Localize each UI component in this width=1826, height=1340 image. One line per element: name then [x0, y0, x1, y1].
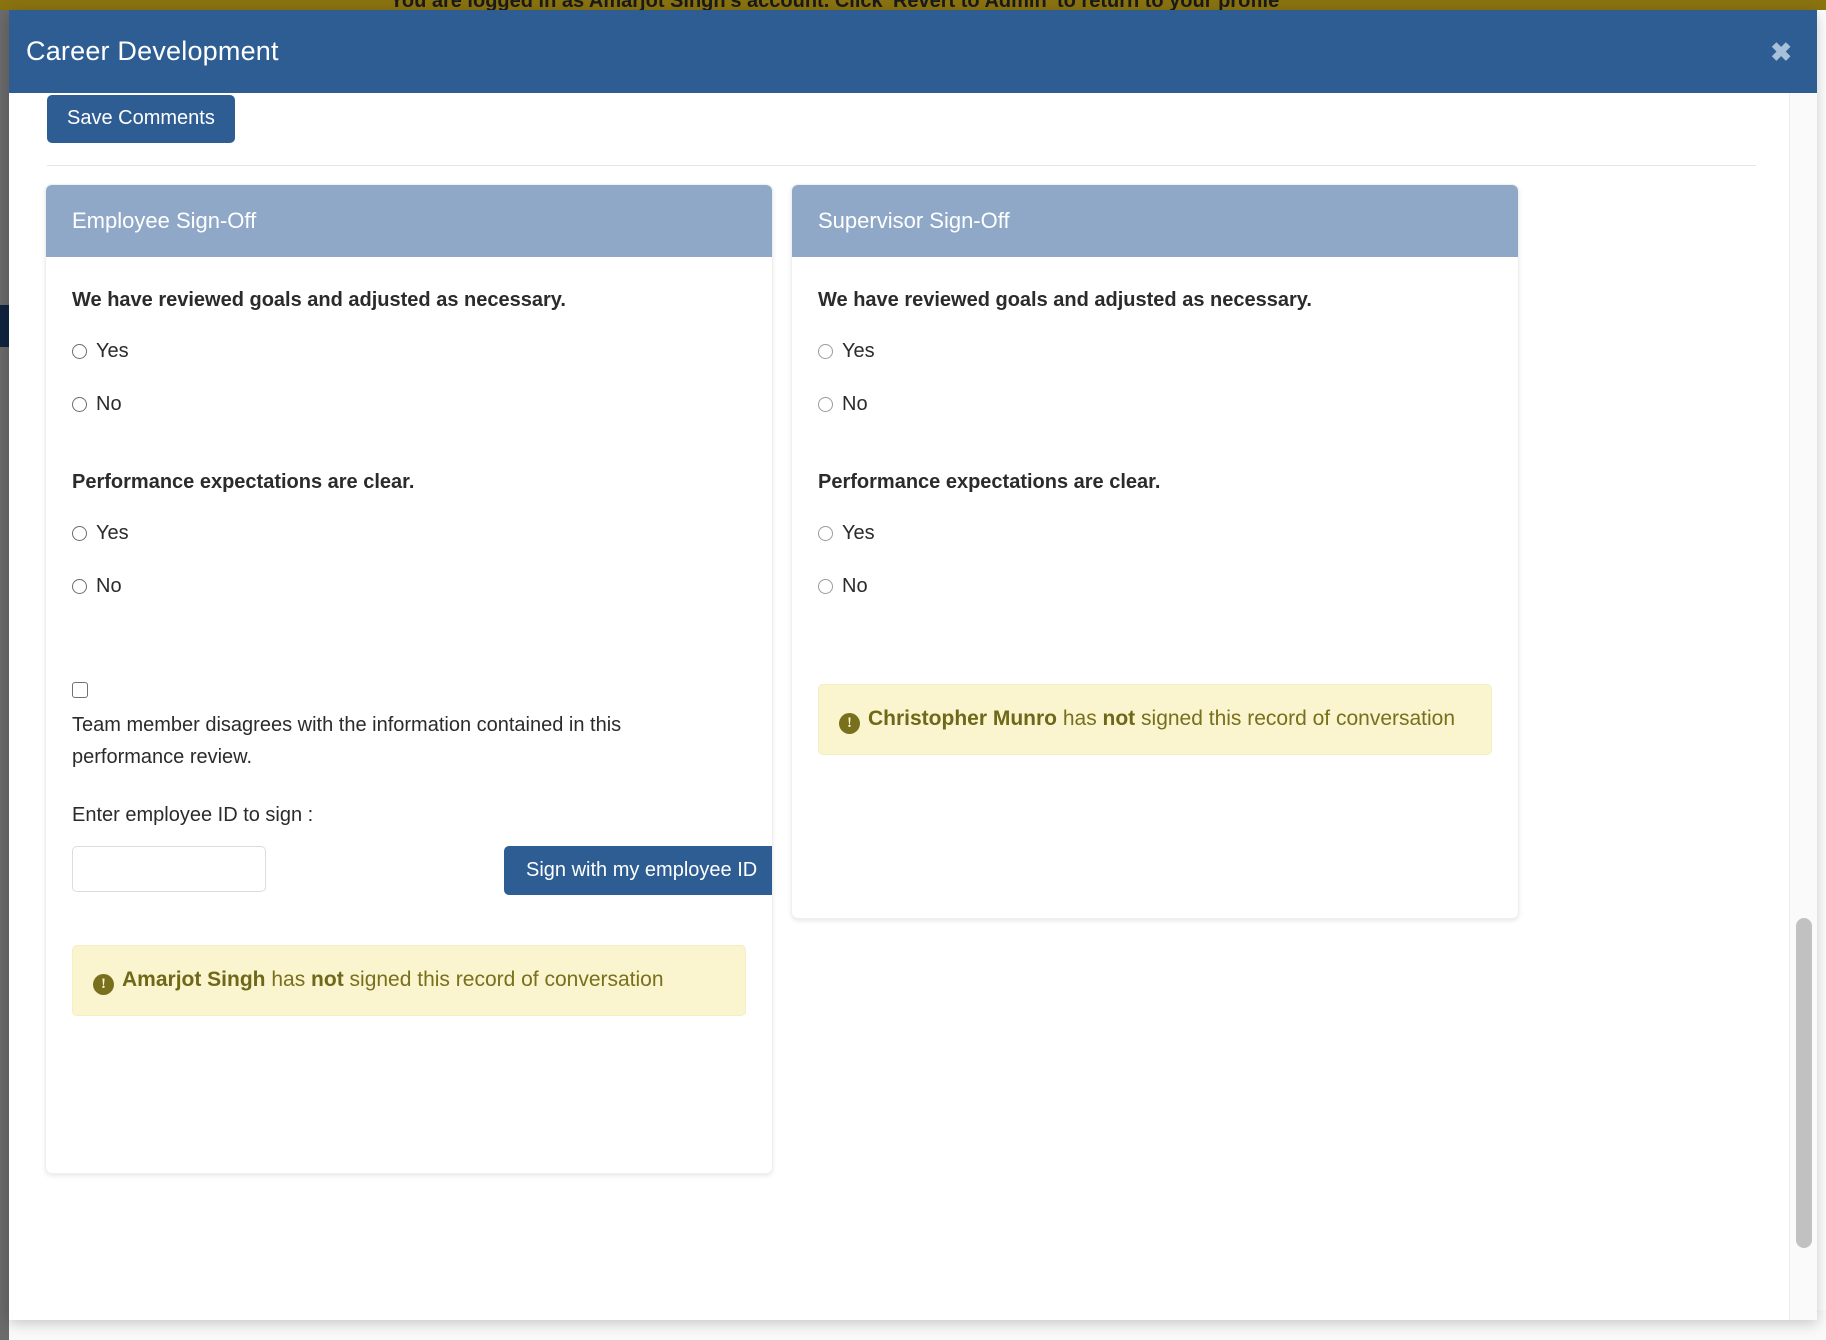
- radio-icon[interactable]: [72, 344, 87, 359]
- radio-icon[interactable]: [72, 526, 87, 541]
- supervisor-alert-middle: has: [1057, 707, 1103, 730]
- employee-alert-middle: has: [265, 968, 312, 991]
- supervisor-q2-no-option[interactable]: No: [818, 575, 1492, 598]
- radio-icon[interactable]: [818, 579, 833, 594]
- employee-sign-off-card: Employee Sign-Off We have reviewed goals…: [45, 184, 773, 1174]
- scrollbar-thumb[interactable]: [1796, 918, 1812, 1248]
- radio-icon[interactable]: [72, 579, 87, 594]
- employee-q2-no-option[interactable]: No: [72, 575, 746, 598]
- save-comments-button[interactable]: Save Comments: [47, 95, 235, 143]
- employee-q1-yes-label: Yes: [96, 340, 129, 362]
- radio-icon[interactable]: [818, 526, 833, 541]
- employee-alert-name: Amarjot Singh: [122, 968, 266, 991]
- radio-icon[interactable]: [818, 397, 833, 412]
- page-backdrop-left: [0, 10, 9, 1340]
- supervisor-q2-yes-option[interactable]: Yes: [818, 522, 1492, 545]
- employee-not-signed-alert: ! Amarjot Singh has not signed this recor…: [72, 945, 746, 1016]
- supervisor-q1-yes-label: Yes: [842, 340, 875, 362]
- impersonation-banner-text: You are logged in as Amarjot Singh's acc…: [390, 0, 1279, 10]
- employee-sign-off-body: We have reviewed goals and adjusted as n…: [46, 289, 772, 1016]
- supervisor-question-1: We have reviewed goals and adjusted as n…: [818, 289, 1312, 311]
- exclamation-circle-icon: !: [839, 713, 860, 734]
- section-divider: [47, 165, 1756, 166]
- sidebar-active-indicator: [0, 305, 9, 347]
- supervisor-q1-no-label: No: [842, 393, 868, 415]
- supervisor-sign-off-body: We have reviewed goals and adjusted as n…: [792, 289, 1518, 755]
- radio-icon[interactable]: [72, 397, 87, 412]
- employee-id-label: Enter employee ID to sign :: [72, 804, 314, 826]
- supervisor-alert-tail: signed this record of conversation: [1135, 707, 1456, 730]
- supervisor-q2-no-label: No: [842, 575, 868, 597]
- supervisor-not-signed-alert: ! Christopher Munro has not signed this r…: [818, 684, 1492, 755]
- modal-vertical-scrollbar[interactable]: [1789, 93, 1817, 1320]
- supervisor-q2-yes-label: Yes: [842, 522, 875, 544]
- supervisor-q1-yes-option[interactable]: Yes: [818, 340, 1492, 363]
- disagree-checkbox[interactable]: [72, 682, 88, 698]
- employee-disagree-field: Team member disagrees with the informati…: [72, 682, 746, 773]
- supervisor-alert-name: Christopher Munro: [868, 707, 1057, 730]
- employee-sign-off-header: Employee Sign-Off: [46, 185, 772, 257]
- supervisor-q1-no-option[interactable]: No: [818, 393, 1492, 416]
- supervisor-sign-off-card: Supervisor Sign-Off We have reviewed goa…: [791, 184, 1519, 919]
- exclamation-circle-icon: !: [93, 974, 114, 995]
- employee-q1-no-option[interactable]: No: [72, 393, 746, 416]
- supervisor-question-2: Performance expectations are clear.: [818, 471, 1161, 493]
- employee-q2-no-label: No: [96, 575, 122, 597]
- employee-q2-yes-option[interactable]: Yes: [72, 522, 746, 545]
- employee-question-1: We have reviewed goals and adjusted as n…: [72, 289, 566, 311]
- employee-q1-yes-option[interactable]: Yes: [72, 340, 746, 363]
- employee-sign-off-title: Employee Sign-Off: [72, 208, 257, 233]
- employee-sign-row: Sign with my employee ID: [72, 846, 772, 898]
- close-icon[interactable]: ✖: [1764, 38, 1798, 66]
- career-development-modal: Career Development ✖ Save Comments Emplo…: [9, 10, 1817, 1320]
- employee-question-2: Performance expectations are clear.: [72, 471, 415, 493]
- modal-body: Save Comments Employee Sign-Off We have …: [9, 93, 1817, 1320]
- page-root: You are logged in as Amarjot Singh's acc…: [0, 0, 1826, 1340]
- modal-title: Career Development: [26, 36, 279, 66]
- employee-alert-emphasis: not: [311, 968, 344, 991]
- supervisor-alert-emphasis: not: [1102, 707, 1136, 730]
- radio-icon[interactable]: [818, 344, 833, 359]
- disagree-checkbox-label: Team member disagrees with the informati…: [72, 714, 622, 768]
- sign-with-employee-id-button[interactable]: Sign with my employee ID: [504, 846, 772, 895]
- employee-q2-yes-label: Yes: [96, 522, 129, 544]
- impersonation-banner: You are logged in as Amarjot Singh's acc…: [0, 0, 1826, 10]
- employee-alert-tail: signed this record of conversation: [343, 968, 664, 991]
- employee-id-input[interactable]: [72, 846, 266, 892]
- supervisor-sign-off-title: Supervisor Sign-Off: [818, 208, 1010, 233]
- modal-header: Career Development ✖: [9, 10, 1817, 93]
- modal-content: Save Comments Employee Sign-Off We have …: [9, 93, 1789, 1320]
- supervisor-sign-off-header: Supervisor Sign-Off: [792, 185, 1518, 257]
- employee-q1-no-label: No: [96, 393, 122, 415]
